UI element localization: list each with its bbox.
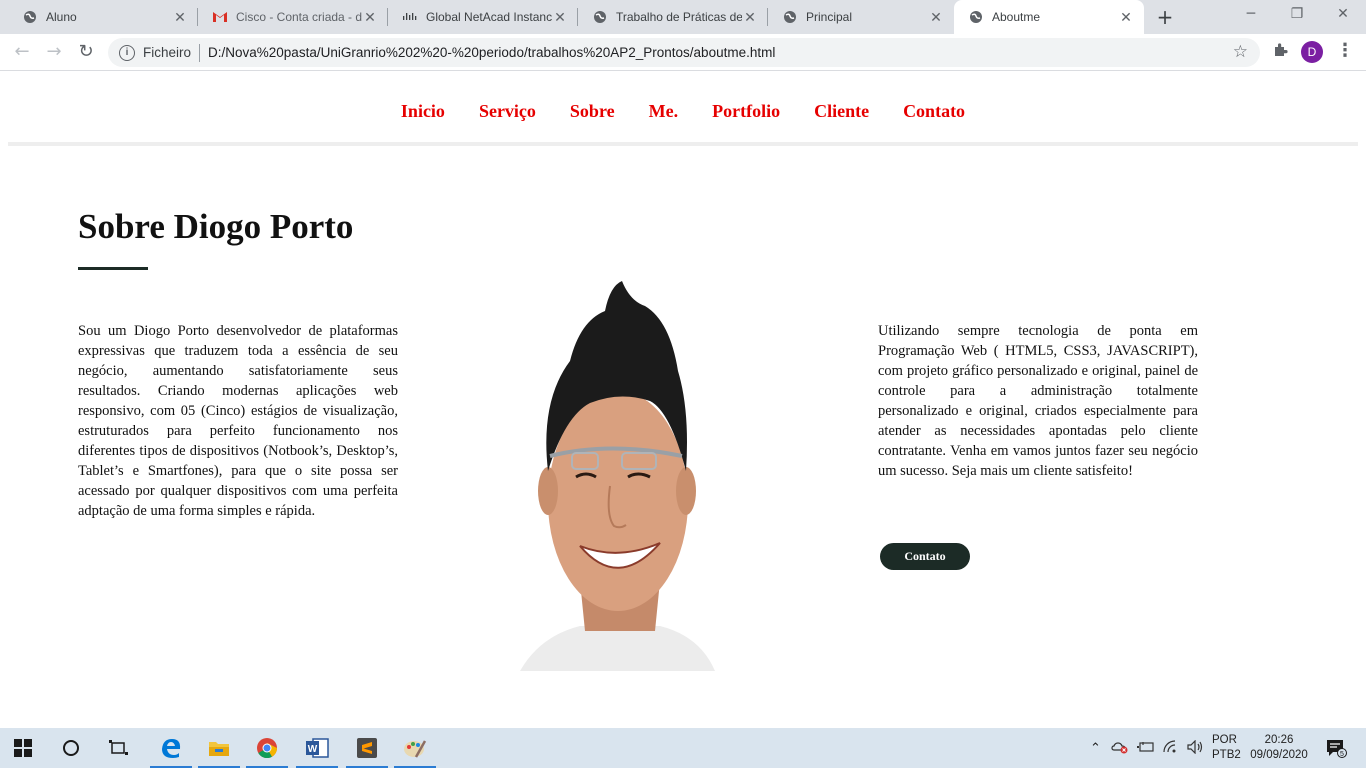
close-tab-icon[interactable]: ✕: [552, 9, 568, 26]
browser-tab[interactable]: Principal ✕: [768, 0, 954, 34]
battery-icon[interactable]: [1136, 741, 1155, 756]
minimize-button[interactable]: ─: [1228, 0, 1274, 30]
clock[interactable]: 20:26 09/09/2020: [1248, 733, 1310, 763]
globe-icon: [782, 9, 798, 25]
sublime-icon[interactable]: [344, 728, 390, 768]
edge-icon[interactable]: [148, 728, 194, 768]
onedrive-error-icon[interactable]: [1111, 740, 1129, 757]
gmail-icon: [212, 9, 228, 25]
close-tab-icon[interactable]: ✕: [362, 9, 378, 26]
word-icon[interactable]: W: [294, 728, 340, 768]
browser-tab[interactable]: Trabalho de Práticas de ✕: [578, 0, 768, 34]
browser-tab[interactable]: Global NetAcad Instanc ✕: [388, 0, 578, 34]
more-menu-icon[interactable]: ⋮: [1336, 40, 1354, 64]
web-page: Inicio Serviço Sobre Me. Portfolio Clien…: [0, 71, 1366, 728]
chrome-icon[interactable]: [244, 728, 290, 768]
browser-tab[interactable]: Aluno ✕: [8, 0, 198, 34]
site-nav: Inicio Serviço Sobre Me. Portfolio Clien…: [8, 71, 1358, 146]
clock-time: 20:26: [1264, 734, 1294, 746]
restore-button[interactable]: ❐: [1274, 0, 1320, 30]
browser-tab-active[interactable]: Aboutme ✕: [954, 0, 1144, 34]
back-button[interactable]: ←: [10, 40, 34, 64]
chevron-up-icon[interactable]: ⌃: [1090, 740, 1101, 756]
extensions-puzzle-icon[interactable]: [1270, 42, 1290, 62]
wifi-icon[interactable]: [1163, 739, 1179, 757]
close-tab-icon[interactable]: ✕: [742, 9, 758, 26]
contact-button[interactable]: Contato: [880, 543, 970, 570]
about-text-left: Sou um Diogo Porto desenvolvedor de plat…: [78, 323, 398, 519]
cortana-icon[interactable]: [48, 728, 94, 768]
browser-tab[interactable]: Cisco - Conta criada - d ✕: [198, 0, 388, 34]
nav-sobre[interactable]: Sobre: [570, 101, 615, 122]
close-tab-icon[interactable]: ✕: [1118, 9, 1134, 26]
about-text-right: Utilizando sempre tecnologia de ponta em…: [878, 323, 1198, 479]
nav-contato[interactable]: Contato: [903, 101, 965, 122]
tab-strip: Aluno ✕ Cisco - Conta criada - d ✕ Globa…: [0, 0, 1366, 34]
windows-start-icon[interactable]: [0, 728, 46, 768]
globe-icon: [968, 9, 984, 25]
profile-photo: [510, 281, 730, 671]
file-explorer-icon[interactable]: [196, 728, 242, 768]
reload-button[interactable]: ↻: [74, 40, 98, 64]
title-underline: [78, 267, 148, 270]
clock-date: 09/09/2020: [1250, 749, 1308, 761]
notification-count: 5: [1340, 751, 1344, 758]
cisco-icon: [402, 9, 418, 25]
nav-cliente[interactable]: Cliente: [814, 101, 869, 122]
paint-icon[interactable]: [392, 728, 438, 768]
close-tab-icon[interactable]: ✕: [928, 9, 944, 26]
info-icon[interactable]: i: [119, 44, 135, 61]
nav-inicio[interactable]: Inicio: [401, 101, 445, 122]
volume-icon[interactable]: [1187, 739, 1205, 757]
task-view-icon[interactable]: [96, 728, 142, 768]
address-divider: [199, 43, 201, 62]
address-url[interactable]: D:/Nova%20pasta/UniGranrio%202%20-%20per…: [208, 45, 775, 60]
keyboard-layout: PTB2: [1212, 749, 1241, 761]
close-tab-icon[interactable]: ✕: [172, 9, 188, 26]
bookmark-star-icon[interactable]: ☆: [1233, 42, 1248, 62]
language-code: POR: [1212, 734, 1237, 746]
forward-button[interactable]: →: [42, 40, 66, 64]
globe-icon: [592, 9, 608, 25]
system-tray: ⌃: [1090, 728, 1205, 768]
nav-servico[interactable]: Serviço: [479, 101, 536, 122]
address-scheme-label: Ficheiro: [143, 45, 192, 60]
new-tab-button[interactable]: +: [1152, 4, 1178, 30]
globe-icon: [22, 9, 38, 25]
notifications-icon[interactable]: 5: [1316, 728, 1356, 768]
page-title: Sobre Diogo Porto: [78, 207, 354, 246]
nav-portfolio[interactable]: Portfolio: [712, 101, 780, 122]
browser-toolbar: ← → ↻ i Ficheiro D:/Nova%20pasta/UniGran…: [0, 34, 1366, 71]
profile-avatar[interactable]: D: [1301, 41, 1323, 63]
language-indicator[interactable]: POR PTB2: [1212, 733, 1241, 763]
address-bar[interactable]: i Ficheiro D:/Nova%20pasta/UniGranrio%20…: [108, 38, 1260, 67]
nav-me[interactable]: Me.: [649, 101, 678, 122]
svg-text:W: W: [308, 744, 318, 755]
close-window-button[interactable]: ✕: [1320, 0, 1366, 30]
windows-taskbar: W ⌃ POR PTB2 20:26 09/09/2020 5: [0, 728, 1366, 768]
